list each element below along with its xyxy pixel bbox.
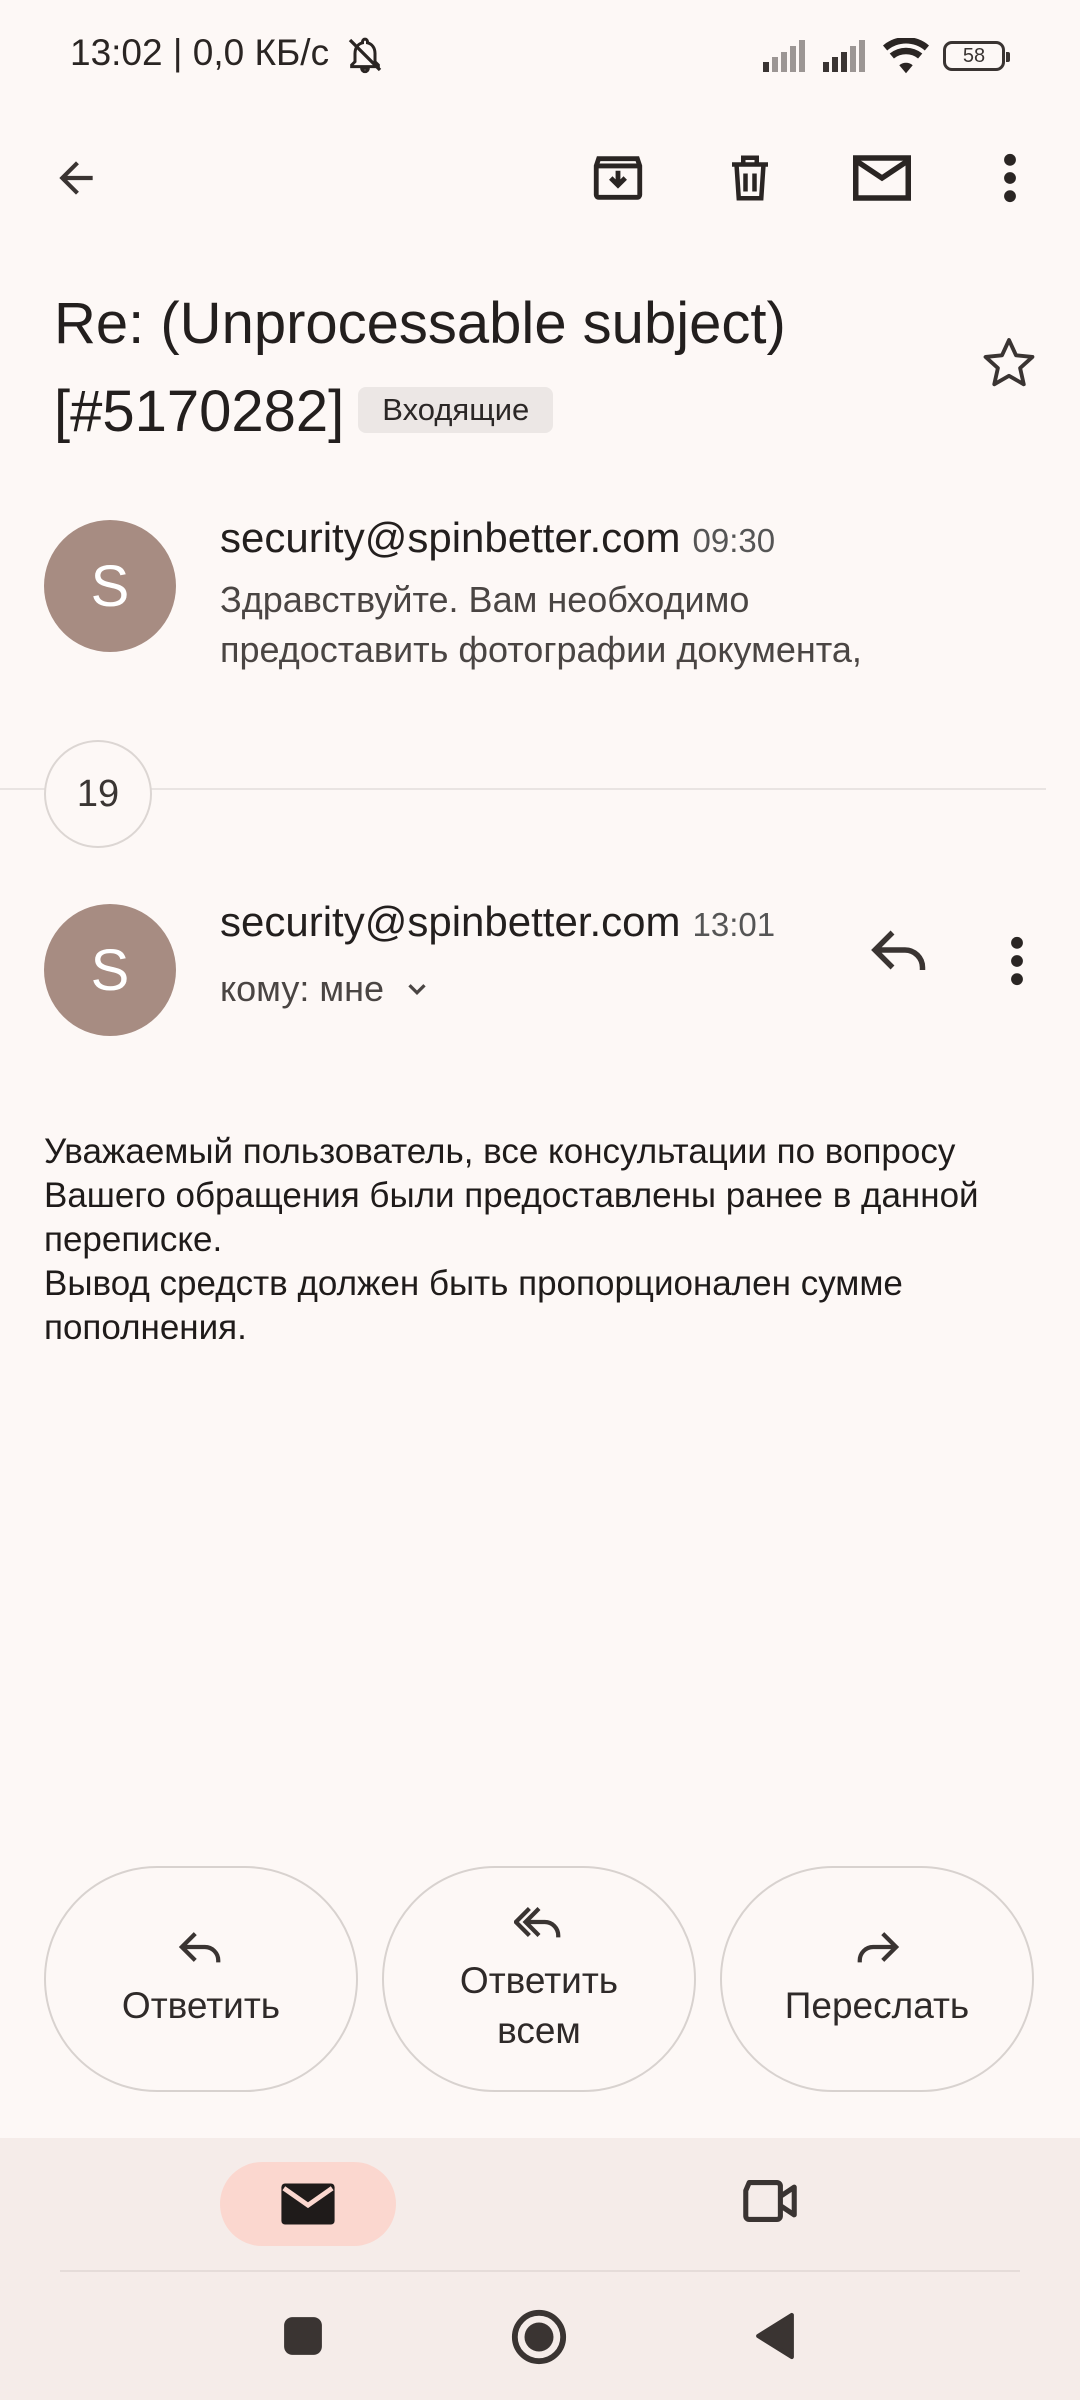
reply-all-icon — [514, 1902, 564, 1942]
star-icon — [980, 334, 1038, 392]
more-vert-icon — [1010, 936, 1024, 986]
delete-icon — [723, 151, 777, 205]
more-options-button[interactable] — [970, 138, 1050, 218]
nav-divider — [60, 2270, 1020, 2272]
message-header: security@spinbetter.com 13:01 — [220, 898, 775, 946]
status-icons: 58 — [763, 38, 1010, 74]
inbox-label[interactable]: Входящие — [358, 386, 554, 433]
delete-button[interactable] — [710, 138, 790, 218]
collapsed-messages-count[interactable]: 19 — [44, 740, 152, 848]
forward-button[interactable]: Переслать — [720, 1866, 1034, 2092]
triangle-back-icon — [754, 2310, 796, 2362]
body-paragraph: Вывод средств должен быть пропорционален… — [44, 1264, 903, 1347]
star-button[interactable] — [980, 334, 1038, 392]
video-camera-icon — [740, 2176, 800, 2226]
square-icon — [282, 2315, 324, 2357]
reply-icon-button[interactable] — [870, 924, 930, 976]
reply-icon — [870, 924, 930, 976]
mark-unread-button[interactable] — [842, 138, 922, 218]
avatar[interactable]: S — [44, 520, 176, 652]
wifi-icon — [883, 38, 929, 74]
signal-icon — [823, 40, 869, 72]
message-time: 09:30 — [692, 522, 776, 559]
collapsed-divider — [0, 788, 1046, 790]
recipient-toggle[interactable]: кому: мне — [220, 968, 432, 1010]
reply-icon — [178, 1927, 224, 1967]
forward-icon — [854, 1927, 900, 1967]
back-arrow-icon — [51, 153, 101, 203]
email-subject: Re: (Unprocessable subject) [#5170282] Вх… — [54, 280, 954, 456]
archive-icon — [589, 149, 647, 207]
archive-button[interactable] — [578, 138, 658, 218]
home-circle-icon — [510, 2308, 568, 2366]
message-item[interactable]: S security@spinbetter.com 09:30 Здравству… — [0, 508, 1080, 688]
recents-button[interactable] — [282, 2315, 324, 2357]
body-paragraph: Уважаемый пользователь, все консультации… — [44, 1132, 979, 1259]
home-button[interactable] — [510, 2308, 568, 2366]
more-vert-icon — [1003, 153, 1017, 203]
back-nav-button[interactable] — [754, 2310, 796, 2362]
message-body: Уважаемый пользователь, все консультации… — [44, 1130, 1034, 1350]
message-snippet: Здравствуйте. Вам необходимо предоставит… — [220, 579, 862, 670]
chevron-down-icon — [402, 974, 432, 1004]
mail-icon — [279, 2181, 337, 2227]
message-time: 13:01 — [692, 906, 776, 943]
recipient-text: кому: мне — [220, 968, 384, 1009]
mark-unread-icon — [852, 153, 912, 203]
battery-icon: 58 — [943, 41, 1010, 71]
mute-icon — [345, 35, 385, 75]
forward-label: Переслать — [784, 1985, 970, 2026]
avatar[interactable]: S — [44, 904, 176, 1036]
sender-email: security@spinbetter.com — [220, 898, 681, 945]
message-header: security@spinbetter.com 09:30 — [220, 514, 775, 562]
nav-meet-tab[interactable] — [740, 2176, 800, 2226]
sender-email: security@spinbetter.com — [220, 514, 681, 561]
back-button[interactable] — [36, 138, 116, 218]
reply-button[interactable]: Ответить — [44, 1866, 358, 2092]
reply-all-label: Ответить всем — [459, 1960, 619, 2051]
reply-all-button[interactable]: Ответить всем — [382, 1866, 696, 2092]
signal-icon — [763, 40, 809, 72]
status-time: 13:02 | 0,0 КБ/с — [70, 32, 385, 75]
message-more-button[interactable] — [1010, 936, 1024, 986]
reply-label: Ответить — [121, 1985, 281, 2026]
nav-mail-tab[interactable] — [220, 2162, 396, 2246]
